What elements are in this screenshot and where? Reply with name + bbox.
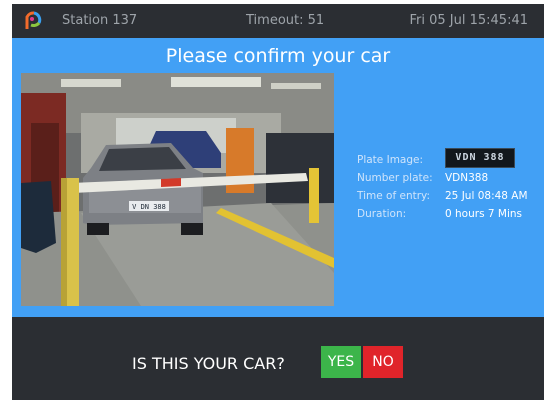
confirmation-bar: IS THIS YOUR CAR? YES NO	[12, 317, 544, 400]
plate-image-label: Plate Image:	[357, 154, 424, 166]
main-panel: Please confirm your car V DN 388 Plate I…	[12, 38, 544, 317]
kiosk-screen: Station 137 Timeout: 51 Fri 05 Jul 15:45…	[12, 4, 544, 400]
confirmation-question: IS THIS YOUR CAR?	[132, 354, 285, 373]
top-bar: Station 137 Timeout: 51 Fri 05 Jul 15:45…	[12, 4, 544, 38]
time-of-entry-value: 25 Jul 08:48 AM	[445, 190, 528, 202]
number-plate-label: Number plate:	[357, 172, 433, 184]
duration-value: 0 hours 7 Mins	[445, 208, 522, 220]
car-photo: V DN 388	[21, 73, 334, 306]
duration-label: Duration:	[357, 208, 407, 220]
app-logo-icon	[25, 11, 42, 29]
no-button[interactable]: NO	[363, 346, 403, 378]
timeout-label: Timeout: 51	[246, 13, 325, 28]
page-title: Please confirm your car	[165, 45, 391, 67]
number-plate-value: VDN388	[445, 172, 489, 184]
datetime-label: Fri 05 Jul 15:45:41	[409, 13, 529, 28]
station-label: Station 137	[62, 13, 138, 28]
yes-button[interactable]: YES	[321, 346, 361, 378]
time-of-entry-label: Time of entry:	[357, 190, 431, 202]
plate-image: VDN 388	[445, 148, 515, 168]
photo-plate-text: V DN 388	[132, 203, 166, 211]
